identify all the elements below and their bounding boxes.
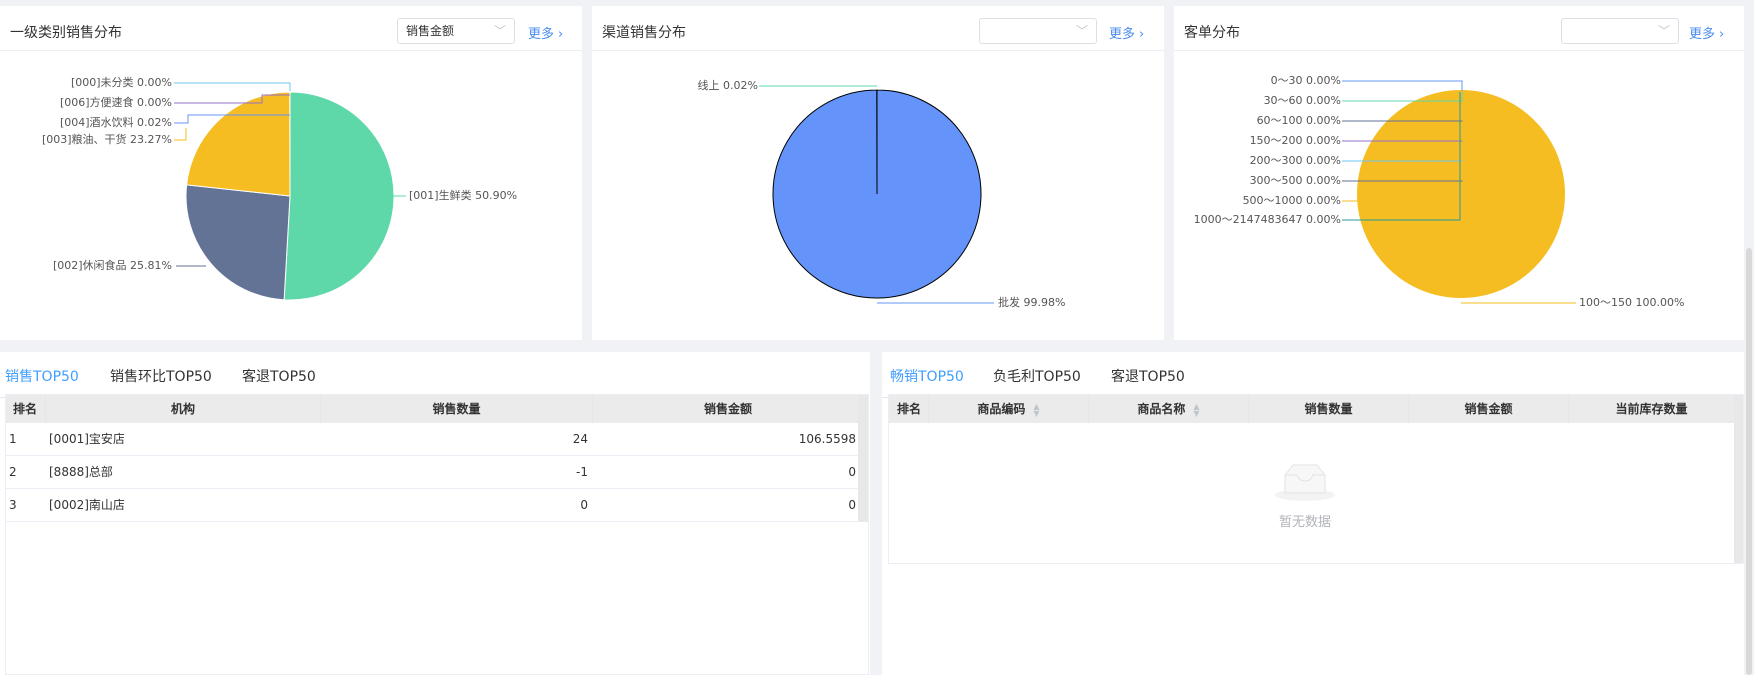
- label-r7: 1000～2147483647 0.00%: [1194, 213, 1341, 226]
- row-divider: [6, 521, 858, 522]
- cell-qty: -1: [576, 465, 588, 479]
- tab-returns-top50[interactable]: 客退TOP50: [1111, 366, 1185, 386]
- label-r6: 500～1000 0.00%: [1243, 194, 1341, 207]
- sort-icon[interactable]: ▲ ▼: [1193, 402, 1199, 417]
- label-wholesale: 批发 99.98%: [998, 295, 1065, 309]
- col-header-rank[interactable]: 排名: [889, 395, 929, 423]
- pie-slice-[002]休闲食品[interactable]: [185, 184, 291, 301]
- cell-org: [0002]南山店: [49, 498, 125, 512]
- label-online: 线上 0.02%: [698, 78, 758, 92]
- cell-org: [8888]总部: [49, 465, 113, 479]
- tab-bar: 畅销TOP50 负毛利TOP50 客退TOP50: [882, 352, 1744, 398]
- org-sales-panel: 销售TOP50 销售环比TOP50 客退TOP50 排名 机构 销售数量 销售金…: [0, 352, 870, 675]
- org-sales-table: 排名 机构 销售数量 销售金额 1 [0001]宝安店 24 106.5598 …: [5, 394, 869, 675]
- category-pie-chart: [000]未分类 0.00% [006]方便速食 0.00% [004]酒水饮料…: [42, 75, 517, 301]
- label-r0: 0～30 0.00%: [1271, 74, 1341, 87]
- col-header-product-name[interactable]: 商品名称 ▲ ▼: [1089, 395, 1249, 423]
- empty-box-icon: [1275, 464, 1335, 501]
- sort-icon[interactable]: ▲ ▼: [1033, 402, 1039, 417]
- table-header: 排名 机构 销售数量 销售金额: [6, 395, 868, 423]
- pie-slices: [185, 91, 395, 301]
- col-header-qty[interactable]: 销售数量: [1249, 395, 1409, 423]
- channel-sales-card: 渠道销售分布 ﹀ 更多 › 线上 0.02% 批发 99.98%: [592, 6, 1164, 340]
- cell-rank: 1: [9, 432, 17, 446]
- cell-qty: 0: [580, 498, 588, 512]
- col-header-amount[interactable]: 销售金额: [593, 395, 863, 423]
- table-scrollbar[interactable]: [1734, 395, 1743, 563]
- cell-amount: 0: [848, 465, 856, 479]
- cell-rank: 3: [9, 498, 17, 512]
- ticket-pie-chart: 0～30 0.00% 30～60 0.00% 60～100 0.00% 150～…: [1194, 74, 1685, 309]
- label-r3: 150～200 0.00%: [1250, 134, 1341, 147]
- empty-state-text: 暂无数据: [1279, 515, 1332, 530]
- pie-slice-[001]生鲜类[interactable]: [283, 91, 395, 301]
- cell-amount: 0: [848, 498, 856, 512]
- leader-line-r0: [1342, 80, 1463, 91]
- col-header-product-code[interactable]: 商品编码 ▲ ▼: [929, 395, 1089, 423]
- product-sales-panel: 畅销TOP50 负毛利TOP50 客退TOP50 排名 商品编码 ▲ ▼ 商品名称 ▲…: [882, 352, 1744, 675]
- tab-sales-mom-top50[interactable]: 销售环比TOP50: [110, 366, 212, 386]
- label-004: [004]酒水饮料 0.02%: [60, 115, 172, 129]
- label-002: [002]休闲食品 25.81%: [53, 258, 172, 272]
- product-sales-table: 排名 商品编码 ▲ ▼ 商品名称 ▲ ▼ 销售数量 销售金额 当前库存数量 暂无数据: [888, 394, 1744, 564]
- leader-line-000: [174, 82, 291, 91]
- label-r2: 60～100 0.00%: [1257, 114, 1341, 127]
- tab-bar: 销售TOP50 销售环比TOP50 客退TOP50: [0, 352, 870, 398]
- label-003: [003]粮油、干货 23.27%: [42, 132, 172, 146]
- col-header-stock[interactable]: 当前库存数量: [1569, 395, 1734, 423]
- label-r8: 100～150 100.00%: [1579, 296, 1684, 309]
- cell-rank: 2: [9, 465, 17, 479]
- channel-pie-chart: 线上 0.02% 批发 99.98%: [698, 78, 1066, 309]
- label-r5: 300～500 0.00%: [1250, 174, 1341, 187]
- leader-line-003: [174, 128, 187, 141]
- category-sales-card: 一级类别销售分布 销售金额 ﹀ 更多 › [000]未分类 0.00% [006]…: [0, 6, 582, 340]
- ticket-distribution-card: 客单分布 ﹀ 更多 › 0～30 0.00% 30～60 0.00% 60～100…: [1174, 6, 1744, 340]
- table-header: 排名 商品编码 ▲ ▼ 商品名称 ▲ ▼ 销售数量 销售金额 当前库存数量: [889, 395, 1743, 423]
- col-header-rank[interactable]: 排名: [6, 395, 46, 423]
- table-row[interactable]: 1 [0001]宝安店 24 106.5598: [6, 423, 858, 455]
- table-scrollbar[interactable]: [858, 395, 868, 522]
- cell-amount: 106.5598: [798, 432, 856, 446]
- label-006: [006]方便速食 0.00%: [60, 95, 172, 109]
- table-row[interactable]: 2 [8888]总部 -1 0: [6, 456, 858, 488]
- label-000: [000]未分类 0.00%: [71, 75, 172, 89]
- tab-bestseller-top50[interactable]: 畅销TOP50: [890, 366, 964, 386]
- col-header-qty[interactable]: 销售数量: [321, 395, 593, 423]
- col-header-amount[interactable]: 销售金额: [1409, 395, 1569, 423]
- tab-sales-top50[interactable]: 销售TOP50: [5, 366, 79, 386]
- cell-qty: 24: [572, 432, 588, 446]
- tab-returns-top50[interactable]: 客退TOP50: [242, 366, 316, 386]
- label-r1: 30～60 0.00%: [1264, 94, 1341, 107]
- table-row[interactable]: 3 [0002]南山店 0 0: [6, 489, 858, 521]
- label-001: [001]生鲜类 50.90%: [409, 188, 517, 202]
- pie-slice-[003]粮油、干货[interactable]: [186, 91, 291, 197]
- label-r4: 200～300 0.00%: [1250, 154, 1341, 167]
- tab-negative-margin-top50[interactable]: 负毛利TOP50: [993, 366, 1081, 386]
- page-scrollbar[interactable]: [1746, 248, 1752, 675]
- col-header-org[interactable]: 机构: [46, 395, 321, 423]
- pie-slices: [772, 89, 982, 299]
- cell-org: [0001]宝安店: [49, 432, 125, 446]
